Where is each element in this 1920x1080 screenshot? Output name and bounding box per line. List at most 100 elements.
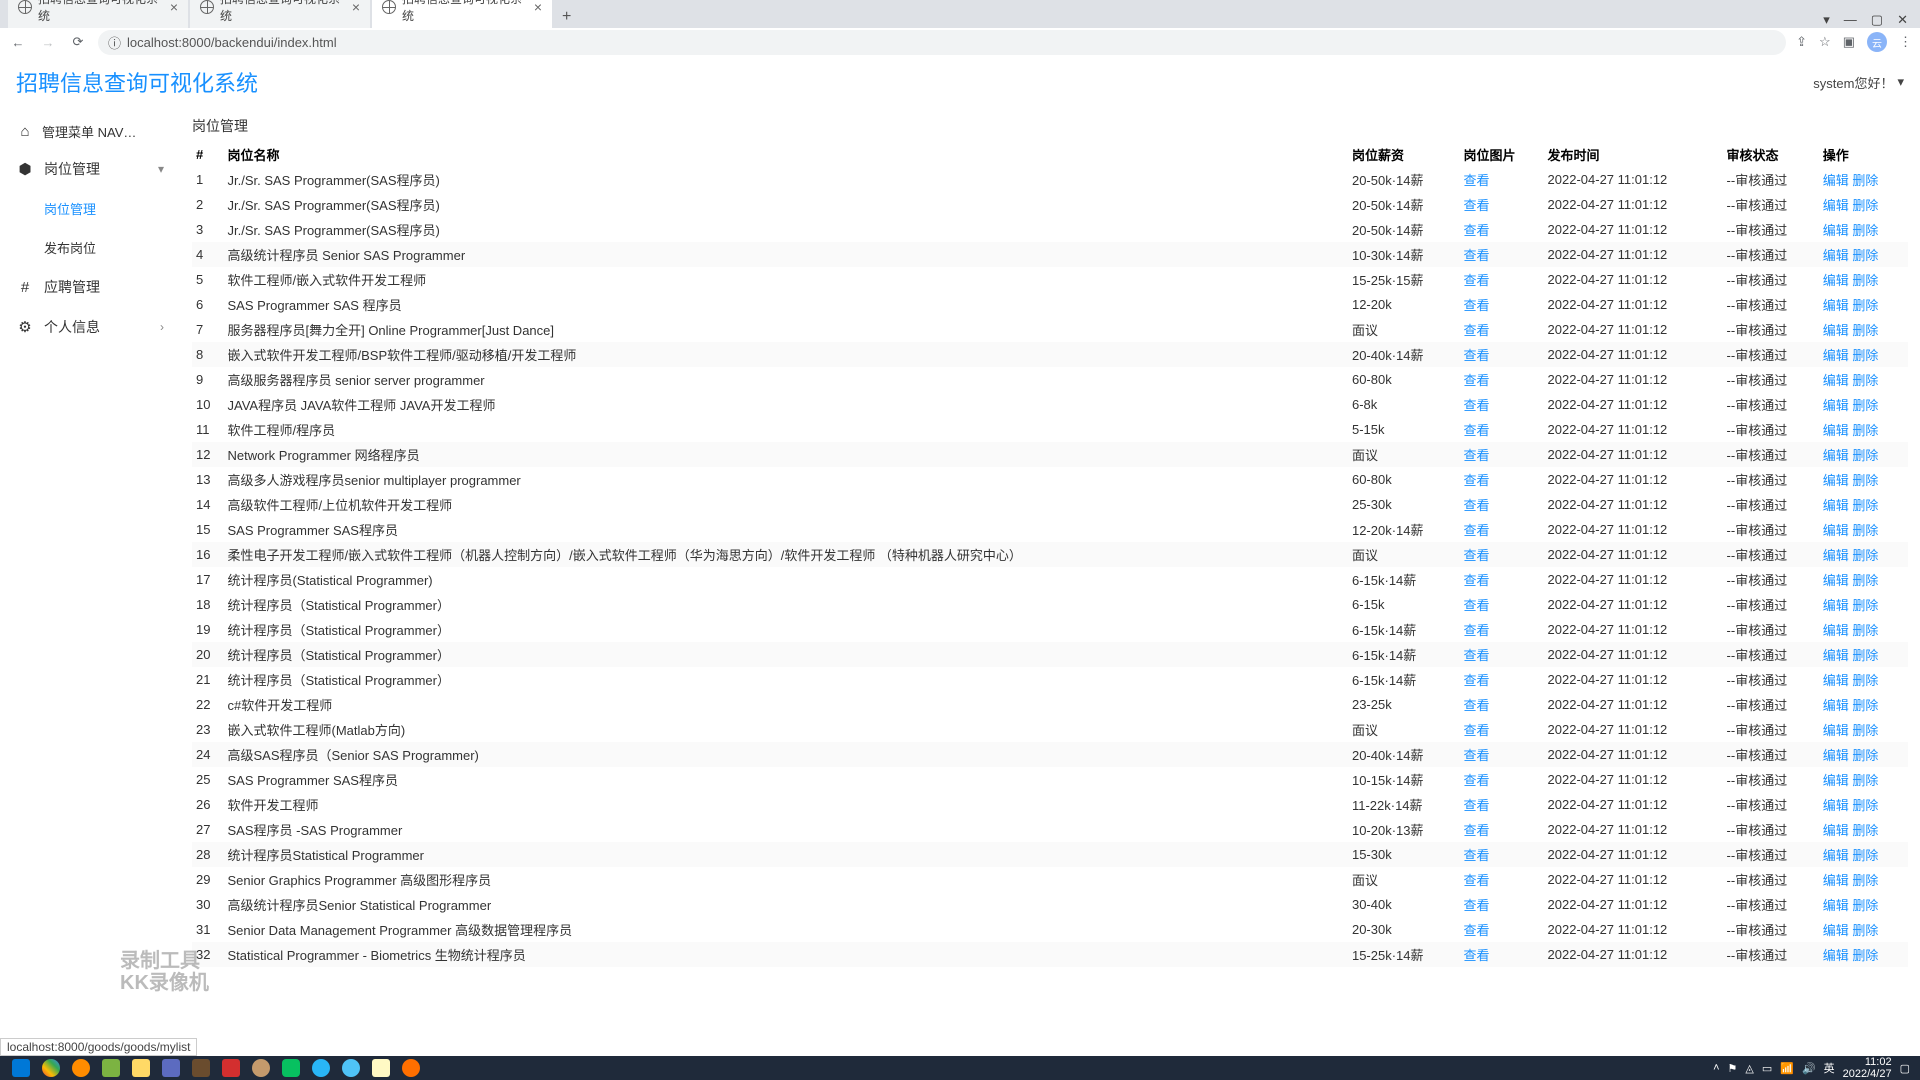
edit-link[interactable]: 编辑	[1823, 223, 1849, 238]
edit-link[interactable]: 编辑	[1823, 298, 1849, 313]
forward-button[interactable]: →	[38, 35, 58, 50]
edit-link[interactable]: 编辑	[1823, 498, 1849, 513]
view-image-link[interactable]: 查看	[1463, 948, 1489, 963]
view-image-link[interactable]: 查看	[1463, 573, 1489, 588]
view-image-link[interactable]: 查看	[1463, 298, 1489, 313]
close-window-icon[interactable]: ✕	[1897, 12, 1908, 28]
taskbar-clock[interactable]: 11:02 2022/4/27	[1843, 1056, 1892, 1080]
taskbar-app-3[interactable]	[186, 1056, 216, 1080]
delete-link[interactable]: 删除	[1852, 348, 1878, 363]
taskbar-app-5[interactable]	[336, 1056, 366, 1080]
delete-link[interactable]: 删除	[1852, 298, 1878, 313]
delete-link[interactable]: 删除	[1852, 823, 1878, 838]
delete-link[interactable]: 删除	[1852, 523, 1878, 538]
browser-tab-1[interactable]: 招聘信息查询可视化系统×	[190, 0, 370, 28]
view-image-link[interactable]: 查看	[1463, 198, 1489, 213]
browser-tab-0[interactable]: 招聘信息查询可视化系统×	[8, 0, 188, 28]
close-icon[interactable]: ×	[352, 0, 360, 15]
delete-link[interactable]: 删除	[1852, 223, 1878, 238]
tray-chevron-icon[interactable]: ˄	[1713, 1062, 1719, 1074]
site-info-icon[interactable]: ⓘ	[108, 33, 121, 52]
edit-link[interactable]: 编辑	[1823, 748, 1849, 763]
minimize-icon[interactable]: —	[1844, 12, 1857, 28]
edit-link[interactable]: 编辑	[1823, 448, 1849, 463]
delete-link[interactable]: 删除	[1852, 273, 1878, 288]
view-image-link[interactable]: 查看	[1463, 773, 1489, 788]
view-image-link[interactable]: 查看	[1463, 623, 1489, 638]
delete-link[interactable]: 删除	[1852, 323, 1878, 338]
edit-link[interactable]: 编辑	[1823, 823, 1849, 838]
browser-tab-2[interactable]: 招聘信息查询可视化系统×	[372, 0, 552, 28]
taskbar-app-4[interactable]	[246, 1056, 276, 1080]
view-image-link[interactable]: 查看	[1463, 448, 1489, 463]
edit-link[interactable]: 编辑	[1823, 273, 1849, 288]
delete-link[interactable]: 删除	[1852, 848, 1878, 863]
close-icon[interactable]: ×	[170, 0, 178, 15]
view-image-link[interactable]: 查看	[1463, 873, 1489, 888]
tray-volume-icon[interactable]: 🔊	[1802, 1062, 1816, 1075]
delete-link[interactable]: 删除	[1852, 948, 1878, 963]
edit-link[interactable]: 编辑	[1823, 723, 1849, 738]
edit-link[interactable]: 编辑	[1823, 373, 1849, 388]
view-image-link[interactable]: 查看	[1463, 223, 1489, 238]
taskbar-app-6[interactable]	[366, 1056, 396, 1080]
delete-link[interactable]: 删除	[1852, 398, 1878, 413]
view-image-link[interactable]: 查看	[1463, 323, 1489, 338]
delete-link[interactable]: 删除	[1852, 723, 1878, 738]
view-image-link[interactable]: 查看	[1463, 898, 1489, 913]
extension-icon[interactable]: ▣	[1843, 34, 1855, 50]
edit-link[interactable]: 编辑	[1823, 923, 1849, 938]
close-icon[interactable]: ×	[534, 0, 542, 15]
chevron-down-icon[interactable]: ▾	[1823, 12, 1830, 28]
delete-link[interactable]: 删除	[1852, 173, 1878, 188]
taskbar-wechat[interactable]	[276, 1056, 306, 1080]
view-image-link[interactable]: 查看	[1463, 173, 1489, 188]
edit-link[interactable]: 编辑	[1823, 848, 1849, 863]
view-image-link[interactable]: 查看	[1463, 523, 1489, 538]
view-image-link[interactable]: 查看	[1463, 273, 1489, 288]
sidebar-item-position-manage[interactable]: 岗位管理	[10, 189, 170, 228]
taskbar-firefox[interactable]	[396, 1056, 426, 1080]
view-image-link[interactable]: 查看	[1463, 398, 1489, 413]
taskbar-search[interactable]	[66, 1056, 96, 1080]
address-bar[interactable]: ⓘ localhost:8000/backendui/index.html	[98, 30, 1786, 55]
view-image-link[interactable]: 查看	[1463, 673, 1489, 688]
sidebar-item-positions[interactable]: ⬢ 岗位管理 ▾	[10, 149, 170, 189]
view-image-link[interactable]: 查看	[1463, 423, 1489, 438]
taskbar-app-2[interactable]	[156, 1056, 186, 1080]
back-button[interactable]: ←	[8, 35, 28, 50]
delete-link[interactable]: 删除	[1852, 898, 1878, 913]
profile-avatar[interactable]: 云	[1867, 32, 1887, 52]
edit-link[interactable]: 编辑	[1823, 773, 1849, 788]
view-image-link[interactable]: 查看	[1463, 723, 1489, 738]
edit-link[interactable]: 编辑	[1823, 598, 1849, 613]
view-image-link[interactable]: 查看	[1463, 373, 1489, 388]
view-image-link[interactable]: 查看	[1463, 248, 1489, 263]
tray-icon[interactable]: ◬	[1745, 1062, 1753, 1075]
sidebar-item-apply-manage[interactable]: # 应聘管理	[10, 267, 170, 307]
view-image-link[interactable]: 查看	[1463, 923, 1489, 938]
delete-link[interactable]: 删除	[1852, 198, 1878, 213]
edit-link[interactable]: 编辑	[1823, 323, 1849, 338]
delete-link[interactable]: 删除	[1852, 923, 1878, 938]
delete-link[interactable]: 删除	[1852, 773, 1878, 788]
edit-link[interactable]: 编辑	[1823, 623, 1849, 638]
delete-link[interactable]: 删除	[1852, 673, 1878, 688]
menu-icon[interactable]: ⋮	[1899, 34, 1912, 50]
start-button[interactable]	[6, 1056, 36, 1080]
reload-button[interactable]: ⟳	[68, 34, 88, 50]
edit-link[interactable]: 编辑	[1823, 698, 1849, 713]
share-icon[interactable]: ⇪	[1796, 34, 1807, 50]
tray-notifications-icon[interactable]: ▢	[1900, 1062, 1910, 1075]
delete-link[interactable]: 删除	[1852, 698, 1878, 713]
new-tab-button[interactable]: +	[554, 6, 579, 28]
delete-link[interactable]: 删除	[1852, 798, 1878, 813]
taskbar-explorer[interactable]	[126, 1056, 156, 1080]
edit-link[interactable]: 编辑	[1823, 573, 1849, 588]
edit-link[interactable]: 编辑	[1823, 423, 1849, 438]
delete-link[interactable]: 删除	[1852, 448, 1878, 463]
star-icon[interactable]: ☆	[1819, 34, 1831, 50]
delete-link[interactable]: 删除	[1852, 598, 1878, 613]
edit-link[interactable]: 编辑	[1823, 348, 1849, 363]
sidebar-item-profile[interactable]: ⚙ 个人信息 ›	[10, 307, 170, 347]
